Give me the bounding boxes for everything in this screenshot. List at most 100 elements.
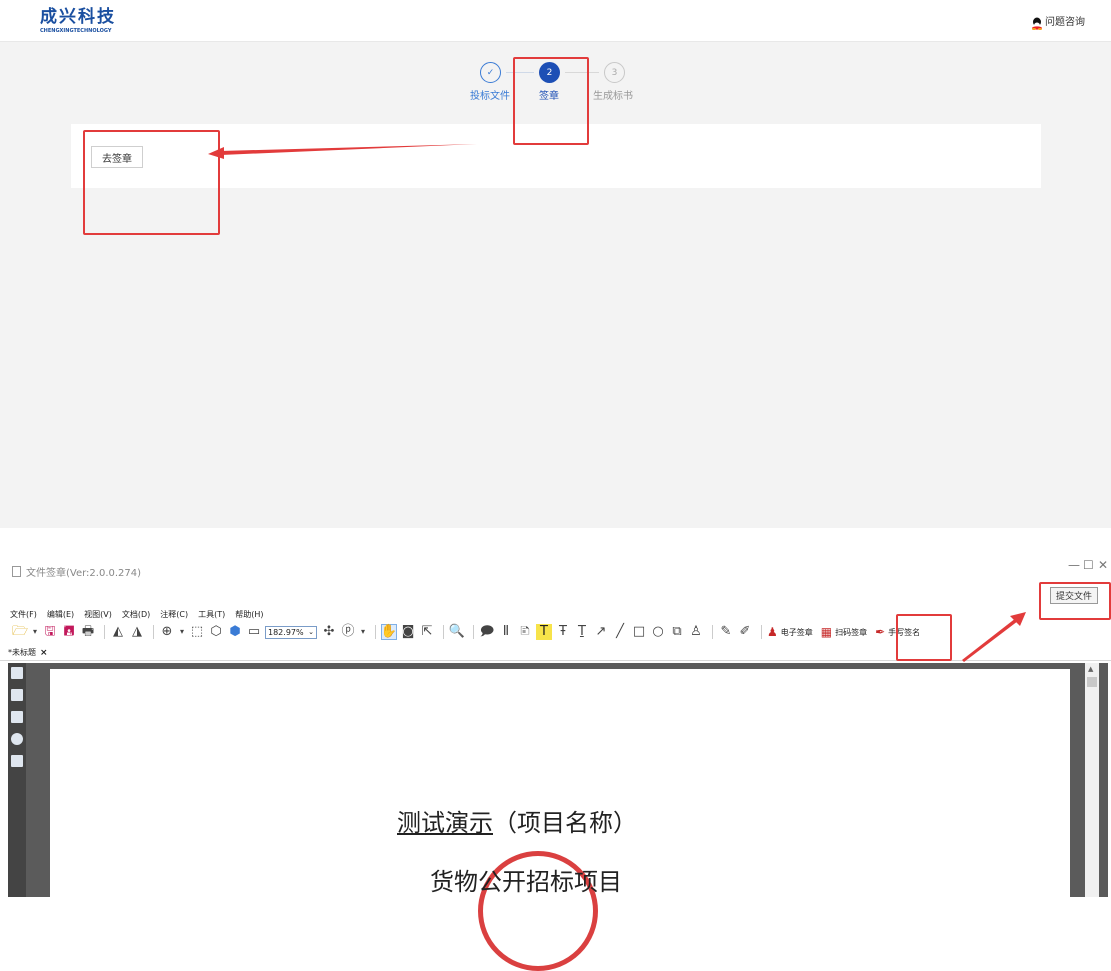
stamp-area-icon[interactable]: ⧉ <box>669 624 685 640</box>
menu-help[interactable]: 帮助(H) <box>235 609 263 621</box>
layers-panel-icon[interactable] <box>11 711 23 723</box>
menu-file[interactable]: 文件(F) <box>10 609 37 621</box>
hand-tool-icon[interactable]: ✋ <box>381 624 397 640</box>
toolbar-separator <box>443 625 444 639</box>
go-sign-button[interactable]: 去签章 <box>91 146 143 168</box>
actual-size-icon[interactable]: ⬢ <box>227 624 243 640</box>
document-title: 测试演示（项目名称） <box>397 803 637 838</box>
menu-tools[interactable]: 工具(T) <box>198 609 225 621</box>
close-button[interactable]: ✕ <box>1098 558 1108 572</box>
page-icon[interactable]: ⓟ <box>340 624 356 640</box>
rotate-right-icon[interactable]: ◮ <box>129 624 145 640</box>
form-tool-icon[interactable]: ✐ <box>737 624 753 640</box>
scroll-thumb[interactable] <box>1087 677 1097 687</box>
line-tool-icon[interactable]: ╱ <box>612 624 628 640</box>
tab-strip: *未标题 × <box>0 645 1111 661</box>
pages-panel-icon[interactable] <box>11 689 23 701</box>
note-icon[interactable]: 🗈 <box>517 624 533 640</box>
step-2-label[interactable]: 签章 <box>539 90 559 104</box>
electronic-seal-button[interactable]: ♟ 电子签章 <box>767 625 813 639</box>
electronic-seal-label: 电子签章 <box>780 627 813 637</box>
rotate-left-icon[interactable]: ◭ <box>110 624 126 640</box>
comment-icon[interactable]: 🗩 <box>479 624 495 640</box>
web-app: 成兴科技 CHENGXINGTECHNOLOGY 问题咨询 ✓ 投标文件 2 签… <box>0 0 1111 528</box>
fit-page-icon[interactable]: ⬚ <box>189 624 205 640</box>
handwritten-signature-button[interactable]: ✒ 手写签名 <box>875 625 920 639</box>
top-bar: 成兴科技 CHENGXINGTECHNOLOGY 问题咨询 <box>0 0 1111 42</box>
step-1-done-icon: ✓ <box>480 62 501 83</box>
save-icon[interactable]: 🖫 <box>42 624 58 640</box>
step-3-pending-icon: 3 <box>604 62 625 83</box>
rectangle-tool-icon[interactable]: □ <box>631 624 647 640</box>
scroll-up-icon[interactable]: ▲ <box>1088 665 1093 673</box>
page-dropdown-icon[interactable]: ▾ <box>359 624 367 640</box>
step-1-label[interactable]: 投标文件 <box>470 90 510 104</box>
stamp-icon[interactable]: ♙ <box>688 624 704 640</box>
pan-cross-icon[interactable]: ✣ <box>321 624 337 640</box>
search-icon[interactable]: 🔍 <box>449 624 465 640</box>
menu-view[interactable]: 视图(V) <box>84 609 112 621</box>
pen-icon: ✒ <box>875 625 886 639</box>
toolbar-separator <box>712 625 713 639</box>
submit-file-button[interactable]: 提交文件 <box>1050 587 1098 604</box>
document-subtitle: 货物公开招标项目 <box>430 868 622 896</box>
step-connector <box>565 72 599 73</box>
toolbar-separator <box>375 625 376 639</box>
print-icon[interactable]: 🖶 <box>80 624 96 640</box>
qr-seal-label: 扫码签章 <box>835 627 868 637</box>
signing-app-window: 文件签章(Ver:2.0.0.274) — ☐ ✕ 提交文件 文件(F) 编辑(… <box>0 553 1111 897</box>
arrow-tool-icon[interactable]: ↗ <box>593 624 609 640</box>
vertical-scrollbar[interactable]: ▲ <box>1085 663 1099 897</box>
menu-edit[interactable]: 编辑(E) <box>47 609 74 621</box>
step-3-label[interactable]: 生成标书 <box>593 90 633 104</box>
handwritten-signature-label: 手写签名 <box>888 627 921 637</box>
zoom-dropdown-icon[interactable]: ▾ <box>178 624 186 640</box>
qq-penguin-icon <box>1032 17 1042 30</box>
step-2-active-icon: 2 <box>539 62 560 83</box>
help-link[interactable]: 问题咨询 <box>1031 16 1085 30</box>
maximize-button[interactable]: ☐ <box>1083 558 1094 572</box>
open-folder-icon[interactable]: 🗁 <box>12 624 28 640</box>
edit-form-icon[interactable]: ✎ <box>718 624 734 640</box>
underline-text-icon[interactable]: Ṯ <box>574 624 590 640</box>
toolbar-separator <box>473 625 474 639</box>
document-icon <box>12 566 21 577</box>
window-title-text: 文件签章(Ver:2.0.0.274) <box>26 568 142 579</box>
select-icon[interactable]: ⇱ <box>419 624 435 640</box>
qr-code-icon: ▦ <box>820 625 833 639</box>
strikeout-icon[interactable]: Ŧ <box>555 624 571 640</box>
zoom-value: 182.97% <box>268 627 304 637</box>
close-tab-icon[interactable]: × <box>40 648 48 658</box>
minimize-button[interactable]: — <box>1068 558 1080 572</box>
document-title-suffix: （项目名称） <box>493 809 637 837</box>
step-connector <box>506 72 534 73</box>
seal-stamp-icon: ♟ <box>767 625 778 639</box>
zoom-out-icon[interactable]: ▭ <box>246 624 262 640</box>
open-dropdown-icon[interactable]: ▾ <box>31 624 39 640</box>
zoom-in-icon[interactable]: ⊕ <box>159 624 175 640</box>
highlight-icon[interactable]: T <box>536 624 552 640</box>
search-panel-icon[interactable] <box>11 733 23 745</box>
snapshot-icon[interactable]: ◙ <box>400 624 416 640</box>
ellipse-tool-icon[interactable]: ○ <box>650 624 666 640</box>
attachments-panel-icon[interactable] <box>11 755 23 767</box>
qr-seal-button[interactable]: ▦ 扫码签章 <box>821 625 867 639</box>
help-label: 问题咨询 <box>1045 17 1085 28</box>
annotation-arrow <box>208 144 477 159</box>
zoom-select[interactable]: 182.97% ⌄ <box>265 625 317 639</box>
bookmark-panel-icon[interactable] <box>11 667 23 679</box>
window-title: 文件签章(Ver:2.0.0.274) <box>12 564 141 579</box>
fit-width-icon[interactable]: ⬡ <box>208 624 224 640</box>
menu-comment[interactable]: 注释(C) <box>160 609 188 621</box>
document-tab-label: *未标题 <box>8 648 36 657</box>
document-tab[interactable]: *未标题 × <box>8 647 48 658</box>
annotation-arrow <box>962 612 1026 662</box>
logo-subtitle: CHENGXINGTECHNOLOGY <box>40 28 112 34</box>
save-as-icon[interactable]: 🖪 <box>61 624 77 640</box>
toolbar: 🗁 ▾ 🖫 🖪 🖶 ◭ ◮ ⊕ ▾ ⬚ ⬡ ⬢ ▭ 182.97% ⌄ ✣ ⓟ … <box>12 623 1102 641</box>
text-box-icon[interactable]: Ⅱ <box>498 624 514 640</box>
menu-bar: 文件(F) 编辑(E) 视图(V) 文档(D) 注释(C) 工具(T) 帮助(H… <box>10 609 274 621</box>
toolbar-separator <box>104 625 105 639</box>
menu-document[interactable]: 文档(D) <box>122 609 150 621</box>
toolbar-separator <box>761 625 762 639</box>
